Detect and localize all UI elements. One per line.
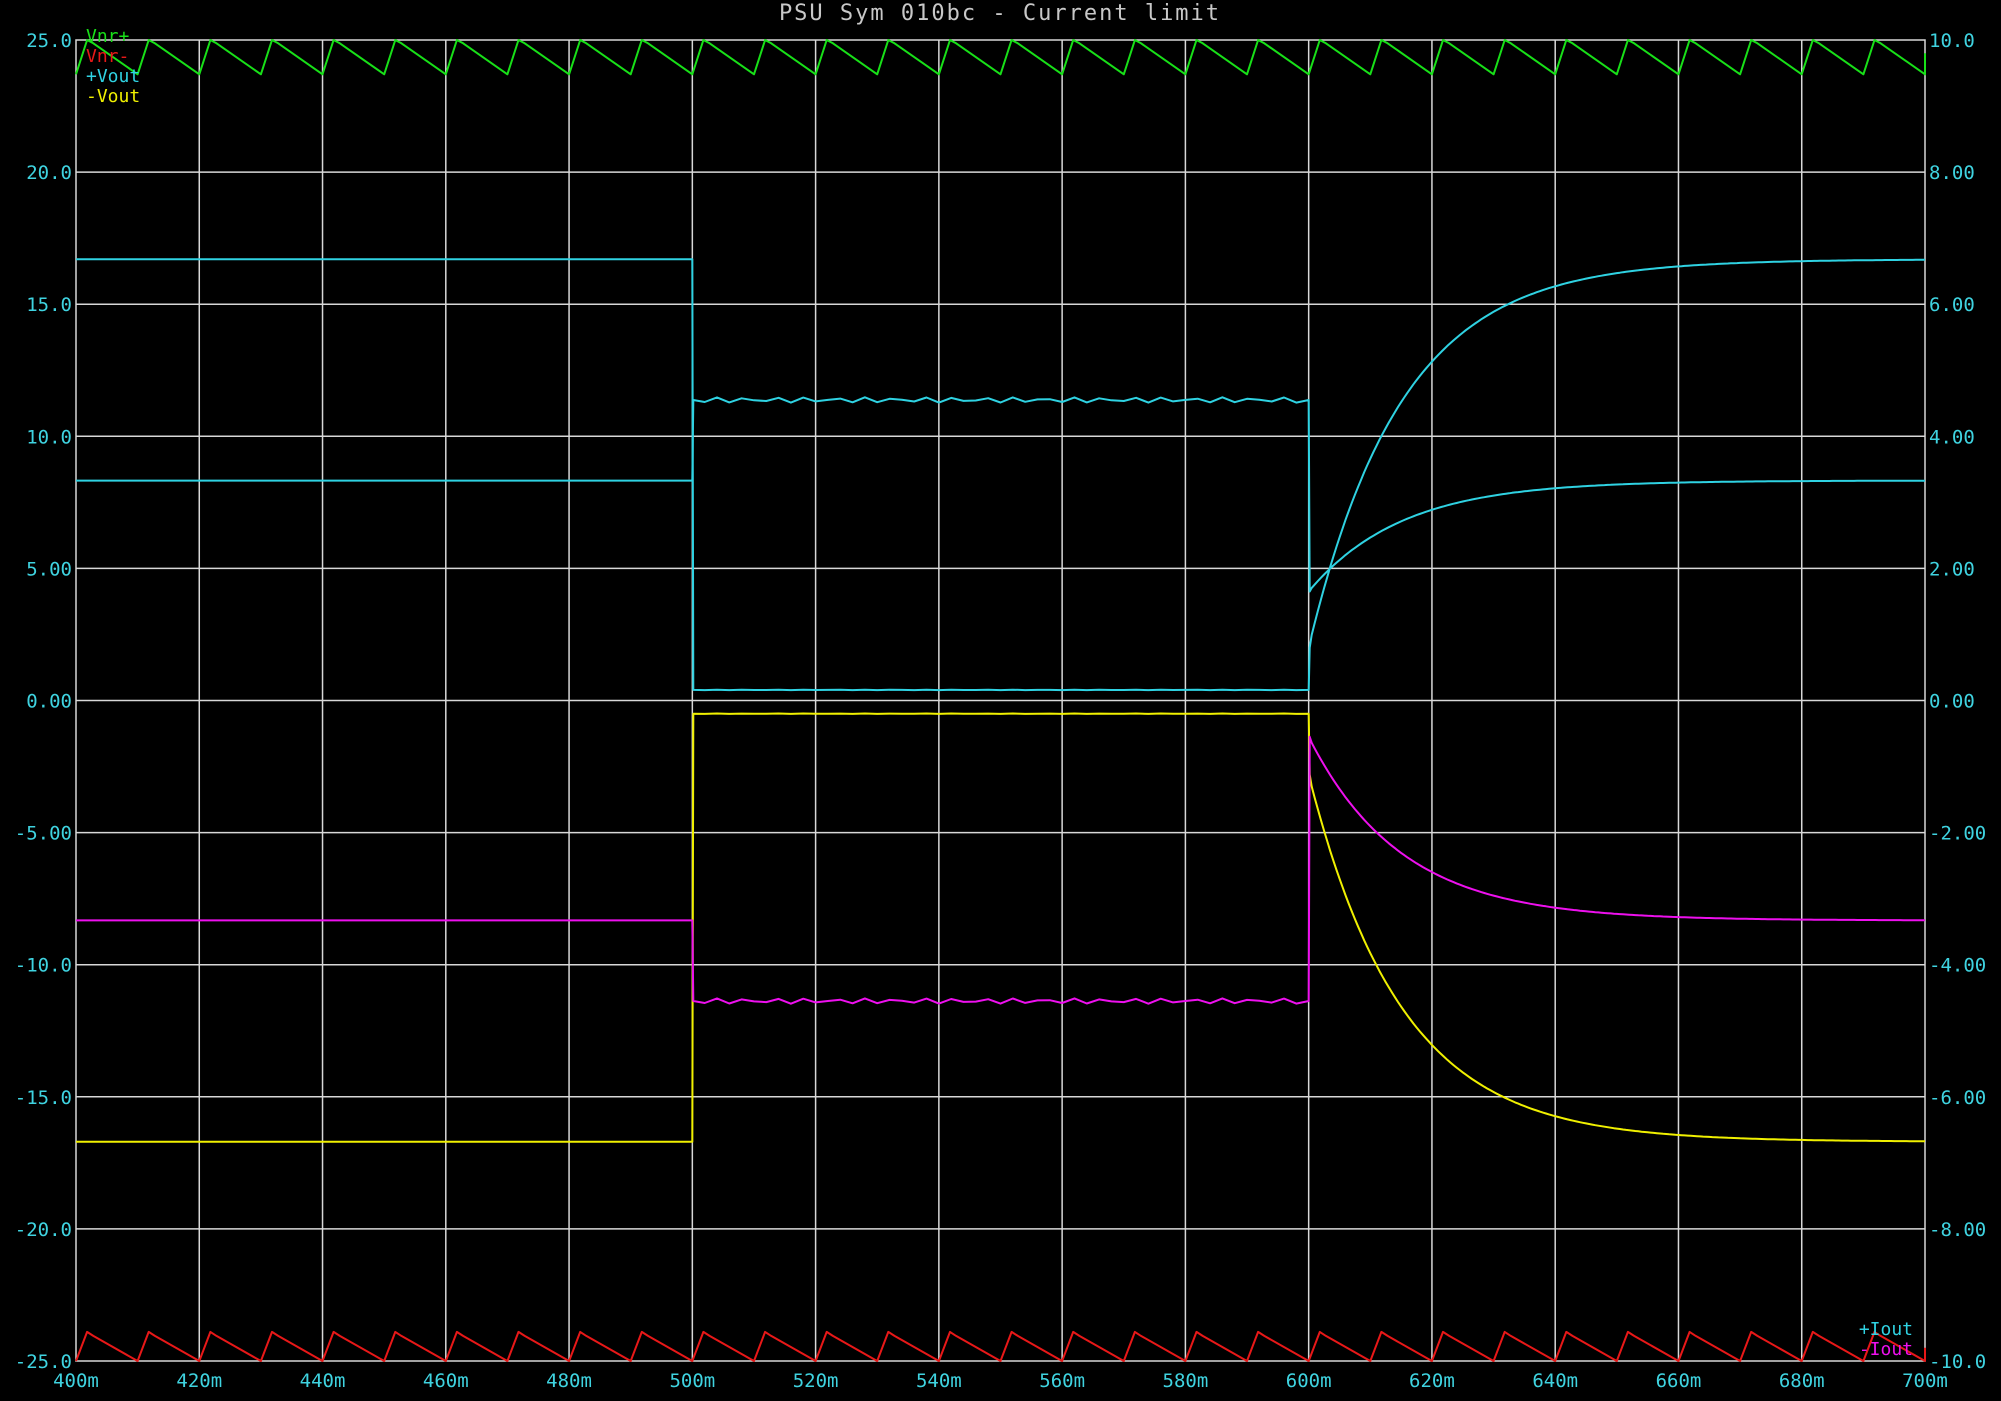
x-tick-label: 580m [1163,1370,1209,1392]
y-right-tick-label: 8.00 [1929,162,1975,184]
y-right-tick-label: 10.0 [1929,30,1975,52]
y-left-tick-label: -20.0 [15,1219,72,1241]
x-tick-label: 480m [546,1370,592,1392]
x-tick-label: 700m [1902,1370,1948,1392]
y-left-tick-label: 25.0 [26,30,72,52]
y-left-tick-label: 0.00 [26,691,72,713]
x-tick-label: 660m [1656,1370,1702,1392]
y-left-tick-label: 5.00 [26,558,72,580]
y-right-tick-label: 6.00 [1929,294,1975,316]
legend-entry: -Vout [86,86,140,107]
x-tick-label: 560m [1039,1370,1085,1392]
y-right-tick-label: 0.00 [1929,691,1975,713]
y-left-tick-label: 10.0 [26,426,72,448]
x-tick-label: 540m [916,1370,962,1392]
y-left-tick-label: -5.00 [15,823,72,845]
y-right-tick-label: -6.00 [1929,1087,1986,1109]
x-tick-label: 520m [793,1370,839,1392]
x-tick-label: 680m [1779,1370,1825,1392]
legend-entry: +Vout [86,66,140,87]
y-left-tick-label: 20.0 [26,162,72,184]
y-left-tick-label: 15.0 [26,294,72,316]
y-left-tick-label: -15.0 [15,1087,72,1109]
legend-entry: -Iout [1859,1339,1913,1360]
x-tick-label: 400m [53,1370,99,1392]
legend-entry: Vnr- [86,46,129,67]
y-right-tick-label: -4.00 [1929,955,1986,977]
x-tick-label: 420m [176,1370,222,1392]
y-right-tick-label: -2.00 [1929,823,1986,845]
y-left-tick-label: -10.0 [15,955,72,977]
x-tick-label: 600m [1286,1370,1332,1392]
y-right-tick-label: -8.00 [1929,1219,1986,1241]
x-tick-label: 640m [1532,1370,1578,1392]
y-right-tick-label: 4.00 [1929,426,1975,448]
legend-entry: +Iout [1859,1319,1913,1340]
chart-svg: PSU Sym 010bc - Current limit 25.0 20.0 15… [0,0,2001,1401]
legend-entry: Vnr+ [86,26,130,47]
y-right-tick-label: 2.00 [1929,558,1975,580]
x-tick-label: 620m [1409,1370,1455,1392]
chart-title: PSU Sym 010bc - Current limit [779,1,1221,26]
x-tick-label: 440m [300,1370,346,1392]
x-tick-label: 460m [423,1370,469,1392]
x-tick-label: 500m [669,1370,715,1392]
